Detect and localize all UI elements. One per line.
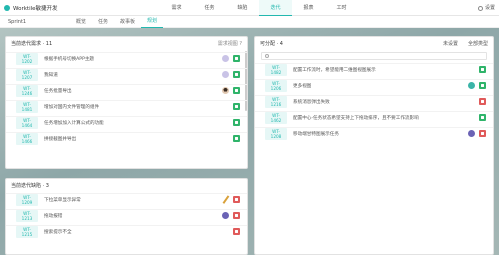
sprint-select[interactable]: Sprint1 [8, 19, 70, 25]
avatar[interactable] [222, 212, 229, 219]
item-id[interactable]: WT-1202 [16, 52, 38, 65]
type-filter[interactable]: 全部类型 [468, 40, 488, 47]
list-item[interactable]: WT-1481 增加对国内文件管理的组件 [6, 100, 247, 113]
avatar[interactable] [222, 196, 229, 203]
item-title[interactable]: 配置中心-任务状态希望支持上下拖动排序，且不要工作流影响 [293, 115, 468, 121]
nav-iterations[interactable]: 迭代 [259, 0, 292, 16]
item-id[interactable]: WT-1246 [16, 84, 38, 97]
tab-storyboard[interactable]: 故事板 [114, 16, 141, 28]
list-item[interactable]: WT-1246 任务批量导出 [6, 84, 247, 97]
current-requirements-panel: 当前迭代需求 · 11 需求视图 ? WT-1202 根据手机号切换APP主题 WT… [5, 36, 248, 169]
add-to-iteration-icon[interactable] [479, 82, 486, 89]
top-bar: Worktile敏捷开发 需求 任务 缺陷 迭代 报表 工时 设置 [0, 0, 499, 16]
avatar[interactable] [222, 87, 229, 94]
item-title[interactable]: 配置工作流时，希望能用二维图视图展示 [293, 67, 468, 73]
item-title[interactable]: 下拉菜单显示异常 [44, 197, 222, 203]
requirements-view-toggle[interactable]: 需求视图 ? [218, 40, 242, 47]
settings-button[interactable]: 设置 [477, 0, 495, 16]
panel-title: 当前迭代需求 · 11 [11, 40, 53, 47]
panel-header: 当前迭代需求 · 11 需求视图 ? [6, 37, 247, 49]
item-id[interactable]: WT-1464 [16, 116, 38, 129]
item-title[interactable]: 拖动报错 [44, 213, 222, 219]
list-item[interactable]: WT-1464 任务增加加入计算公式的功能 [6, 116, 247, 129]
list-item[interactable]: WT-1216 系统消息弹出失败 [255, 95, 493, 108]
nav-bugs[interactable]: 缺陷 [226, 0, 259, 16]
item-id[interactable]: WT-1481 [16, 100, 38, 113]
item-title[interactable]: 系统消息弹出失败 [293, 99, 468, 105]
panel-title: 当前迭代缺陷 · 3 [11, 182, 49, 189]
bug-action-icon[interactable] [233, 212, 240, 219]
panel-header: 可分配 · 4 未设置 全部类型 [255, 37, 493, 49]
nav-tasks[interactable]: 任务 [193, 0, 226, 16]
item-title[interactable]: 搜索提示不全 [44, 229, 222, 235]
logo-icon [4, 4, 10, 11]
tab-overview[interactable]: 概览 [70, 16, 92, 28]
bug-action-icon[interactable] [233, 228, 240, 235]
item-id[interactable]: WT-1213 [16, 209, 38, 222]
item-title[interactable]: 根据手机号切换APP主题 [44, 56, 222, 62]
item-title[interactable]: 任务增加加入计算公式的功能 [44, 120, 222, 126]
add-to-iteration-icon[interactable] [233, 103, 240, 110]
search-input[interactable] [261, 52, 487, 60]
app-title: Worktile敏捷开发 [13, 5, 58, 12]
item-title[interactable]: 我知道 [44, 72, 222, 78]
list-item[interactable]: WT-1206 更多视图 [255, 79, 493, 92]
settings-label: 设置 [484, 5, 495, 11]
list-item[interactable]: WT-1215 搜索提示不全 [6, 225, 247, 238]
list-item[interactable]: WT-1466 拼接截图并导出 [6, 132, 247, 145]
current-bugs-panel: 当前迭代缺陷 · 3 WT-1209 下拉菜单显示异常 WT-1213 拖动报错 WT-… [5, 178, 248, 255]
item-id[interactable]: WT-1207 [16, 68, 38, 81]
add-to-iteration-icon[interactable] [233, 71, 240, 78]
add-to-iteration-icon[interactable] [233, 87, 240, 94]
avatar[interactable] [222, 55, 229, 62]
add-to-iteration-icon[interactable] [233, 135, 240, 142]
item-id[interactable]: WT-1209 [16, 193, 38, 206]
add-to-iteration-icon[interactable] [233, 55, 240, 62]
item-title[interactable]: 任务批量导出 [44, 88, 222, 94]
list-item[interactable]: WT-1213 拖动报错 [6, 209, 247, 222]
nav-requirements[interactable]: 需求 [160, 0, 193, 16]
tab-planning[interactable]: 规划 [141, 15, 164, 28]
item-id[interactable]: WT-1206 [265, 79, 287, 92]
bug-action-icon[interactable] [479, 130, 486, 137]
avatar[interactable] [468, 130, 475, 137]
list-item[interactable]: WT-1202 根据手机号切换APP主题 [6, 52, 247, 65]
list-item[interactable]: WT-1208 移动端甘特图展示任务 [255, 127, 493, 140]
list-item[interactable]: WT-1462 配置中心-任务状态希望支持上下拖动排序，且不要工作流影响 [255, 111, 493, 124]
list-item[interactable]: WT-1482 配置工作流时，希望能用二维图视图展示 [255, 63, 493, 76]
search-icon [265, 54, 269, 58]
gear-icon [477, 5, 483, 11]
add-to-iteration-icon[interactable] [479, 114, 486, 121]
sub-bar: Sprint1 概览 任务 故事板 规划 [0, 16, 499, 28]
tab-tasks[interactable]: 任务 [92, 16, 114, 28]
panel-header: 当前迭代缺陷 · 3 [6, 179, 247, 191]
list-item[interactable]: WT-1207 我知道 [6, 68, 247, 81]
avatar[interactable] [222, 71, 229, 78]
allocatable-panel: 可分配 · 4 未设置 全部类型 WT-1482 配置工作流时，希望能用二维图视图… [254, 36, 494, 255]
item-id[interactable]: WT-1216 [265, 95, 287, 108]
watermark: 知乎 @小蜗 [408, 230, 484, 245]
item-title[interactable]: 增加对国内文件管理的组件 [44, 104, 222, 110]
nav-reports[interactable]: 报表 [292, 0, 325, 16]
bug-action-icon[interactable] [233, 196, 240, 203]
item-id[interactable]: WT-1462 [265, 111, 287, 124]
item-title[interactable]: 拼接截图并导出 [44, 136, 222, 142]
panel-title: 可分配 · 4 [260, 40, 283, 47]
item-id[interactable]: WT-1208 [265, 127, 287, 140]
item-id[interactable]: WT-1482 [265, 63, 287, 76]
add-to-iteration-icon[interactable] [233, 119, 240, 126]
item-id[interactable]: WT-1215 [16, 225, 38, 238]
bug-action-icon[interactable] [479, 98, 486, 105]
avatar[interactable] [468, 82, 475, 89]
item-title[interactable]: 更多视图 [293, 83, 468, 89]
main-nav: 需求 任务 缺陷 迭代 报表 工时 [160, 0, 358, 16]
item-id[interactable]: WT-1466 [16, 132, 38, 145]
app-logo[interactable]: Worktile敏捷开发 [0, 4, 165, 12]
add-to-iteration-icon[interactable] [479, 66, 486, 73]
nav-worktime[interactable]: 工时 [325, 0, 358, 16]
assignee-filter[interactable]: 未设置 [443, 40, 458, 47]
item-title[interactable]: 移动端甘特图展示任务 [293, 131, 468, 137]
list-item[interactable]: WT-1209 下拉菜单显示异常 [6, 193, 247, 206]
